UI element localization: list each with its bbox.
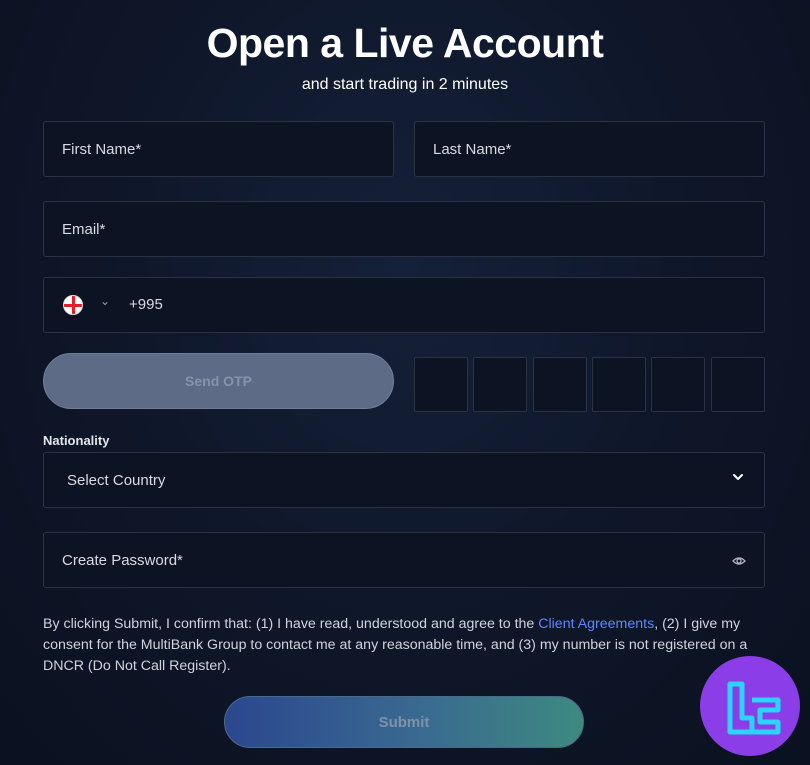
- chevron-down-icon: [733, 474, 743, 480]
- chevron-down-icon[interactable]: ⌄: [100, 294, 110, 308]
- consent-text-start: By clicking Submit, I confirm that: (1) …: [43, 616, 539, 632]
- consent-text: By clicking Submit, I confirm that: (1) …: [43, 614, 773, 677]
- send-otp-button[interactable]: Send OTP: [43, 353, 394, 409]
- password-placeholder: Create Password*: [62, 551, 183, 569]
- otp-digit-4[interactable]: [592, 357, 646, 412]
- phone-field[interactable]: ⌄ +995: [43, 277, 765, 333]
- email-placeholder: Email*: [62, 220, 106, 238]
- first-name-field[interactable]: First Name*: [43, 121, 394, 177]
- page-subtitle: and start trading in 2 minutes: [301, 76, 509, 93]
- eye-icon[interactable]: [732, 554, 746, 568]
- email-field[interactable]: Email*: [43, 201, 765, 257]
- georgia-flag-icon[interactable]: [63, 295, 83, 315]
- otp-digit-1[interactable]: [414, 357, 468, 412]
- last-name-field[interactable]: Last Name*: [414, 121, 765, 177]
- tc-logo-icon: [727, 681, 781, 735]
- page-title: Open a Live Account: [206, 20, 604, 66]
- logo-badge: [700, 656, 800, 756]
- otp-digit-2[interactable]: [473, 357, 527, 412]
- country-select[interactable]: Select Country: [43, 452, 765, 508]
- submit-button[interactable]: Submit: [224, 696, 584, 748]
- client-agreements-link[interactable]: Client Agreements: [538, 616, 654, 632]
- last-name-placeholder: Last Name*: [433, 140, 512, 158]
- nationality-label: Nationality: [43, 433, 110, 448]
- dial-code: +995: [129, 296, 163, 313]
- otp-digit-3[interactable]: [533, 357, 587, 412]
- password-field[interactable]: Create Password*: [43, 532, 765, 588]
- country-select-value: Select Country: [67, 472, 166, 489]
- otp-digit-5[interactable]: [651, 357, 705, 412]
- otp-digit-6[interactable]: [711, 357, 765, 412]
- first-name-placeholder: First Name*: [62, 140, 142, 158]
